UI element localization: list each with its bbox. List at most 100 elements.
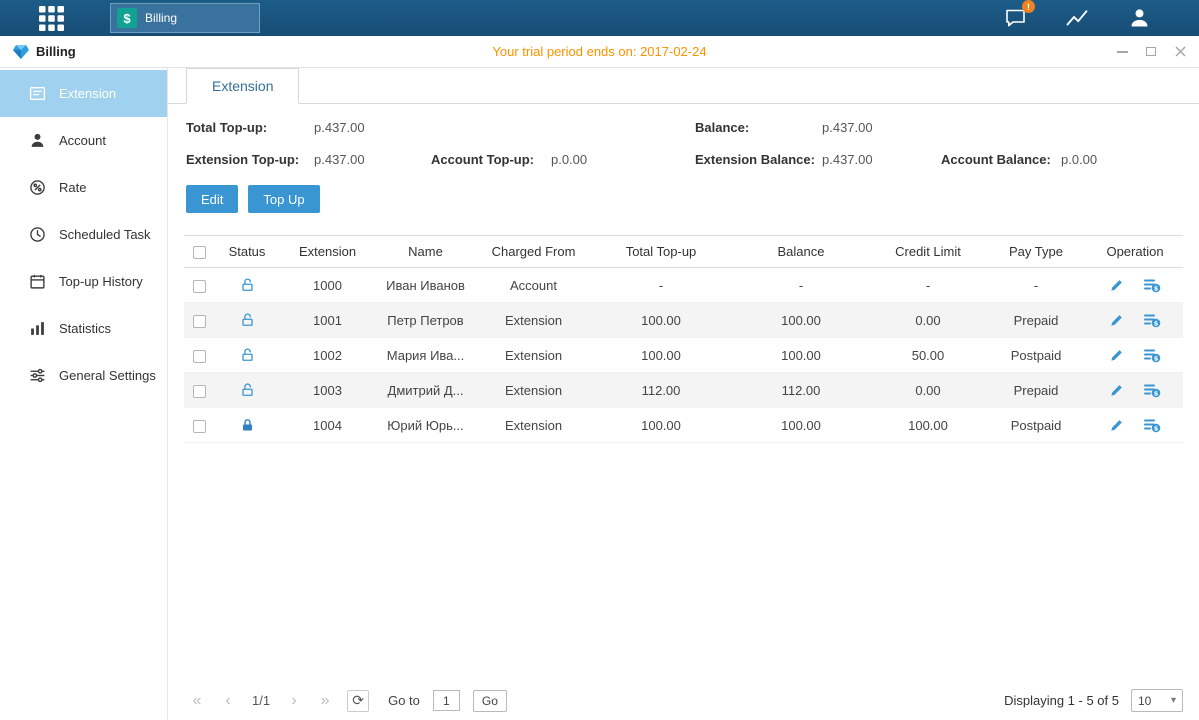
select-all-checkbox[interactable] <box>193 246 206 259</box>
operation-cell: $ <box>1087 268 1183 303</box>
apps-grid-icon[interactable] <box>36 3 66 33</box>
sidebar-item-scheduled-task[interactable]: Scheduled Task <box>0 211 167 258</box>
column-header-operation: Operation <box>1087 236 1183 268</box>
credit-limit-cell: 100.00 <box>871 408 985 443</box>
pagination-controls: « ‹ 1/1 › » ⟳ Go to Go <box>188 690 507 712</box>
messages-icon[interactable]: ! <box>1001 4 1029 32</box>
last-page-icon[interactable]: » <box>316 692 334 710</box>
balance-label: Balance: <box>695 120 822 135</box>
svg-text:$: $ <box>1154 319 1159 327</box>
checkbox-cell <box>184 408 214 443</box>
displaying-text: Displaying 1 - 5 of 5 <box>1004 693 1119 708</box>
extension-cell: 1000 <box>280 268 375 303</box>
sidebar-item-account[interactable]: Account <box>0 117 167 164</box>
app-title: Billing <box>36 44 76 59</box>
prev-page-icon[interactable]: ‹ <box>219 692 237 710</box>
refresh-icon[interactable]: ⟳ <box>347 690 369 712</box>
top-up-money-icon[interactable]: $ <box>1143 312 1161 328</box>
svg-text:$: $ <box>1154 284 1159 292</box>
minimize-icon[interactable] <box>1115 45 1129 59</box>
name-cell: Петр Петров <box>375 303 476 338</box>
operation-cell: $ <box>1087 373 1183 408</box>
sidebar-item-extension[interactable]: Extension <box>0 70 167 117</box>
unlocked-icon[interactable] <box>214 382 280 398</box>
table-row: 1000 Иван Иванов Account - - - - $ <box>184 268 1183 303</box>
pay-type-cell: - <box>985 268 1087 303</box>
summary-row-2: Extension Top-up: p.437.00 Account Top-u… <box>186 152 1183 167</box>
edit-pencil-icon[interactable] <box>1109 313 1124 328</box>
balance-summary: Total Top-up: p.437.00 Balance: p.437.00… <box>186 120 1183 167</box>
pay-type-cell: Prepaid <box>985 303 1087 338</box>
extensions-table: Status Extension Name Charged From Total… <box>184 235 1183 443</box>
edit-pencil-icon[interactable] <box>1109 383 1124 398</box>
svg-text:$: $ <box>1154 389 1159 397</box>
topbar-right-icons: ! <box>1001 4 1153 32</box>
user-account-icon[interactable] <box>1125 4 1153 32</box>
edit-pencil-icon[interactable] <box>1109 418 1124 433</box>
extension-cell: 1004 <box>280 408 375 443</box>
name-cell: Иван Иванов <box>375 268 476 303</box>
balance-cell: - <box>731 268 871 303</box>
sidebar-item-statistics[interactable]: Statistics <box>0 305 167 352</box>
status-cell <box>214 408 280 443</box>
unlocked-icon[interactable] <box>214 277 280 293</box>
top-up-money-icon[interactable]: $ <box>1143 417 1161 433</box>
column-header-charged-from: Charged From <box>476 236 591 268</box>
pay-type-cell: Prepaid <box>985 373 1087 408</box>
sidebar-item-general-settings[interactable]: General Settings <box>0 352 167 399</box>
balance-cell: 100.00 <box>731 408 871 443</box>
row-checkbox[interactable] <box>193 385 206 398</box>
maximize-icon[interactable] <box>1144 45 1158 59</box>
top-up-money-icon[interactable]: $ <box>1143 347 1161 363</box>
credit-limit-cell: - <box>871 268 985 303</box>
table-header-row: Status Extension Name Charged From Total… <box>184 236 1183 268</box>
calendar-icon <box>29 273 46 290</box>
checkbox-cell <box>184 303 214 338</box>
page-size-select[interactable]: 10 ▾ <box>1131 689 1183 712</box>
status-cell <box>214 338 280 373</box>
clock-icon <box>29 226 46 243</box>
billing-logo-icon <box>12 44 30 60</box>
row-checkbox[interactable] <box>193 280 206 293</box>
name-cell: Юрий Юрь... <box>375 408 476 443</box>
bar-chart-icon <box>29 320 46 337</box>
close-icon[interactable] <box>1173 45 1187 59</box>
balance-cell: 112.00 <box>731 373 871 408</box>
sidebar-item-top-up-history[interactable]: Top-up History <box>0 258 167 305</box>
billing-app-tab[interactable]: $ Billing <box>110 3 260 33</box>
summary-row-1: Total Top-up: p.437.00 Balance: p.437.00 <box>186 120 1183 135</box>
table-row: 1003 Дмитрий Д... Extension 112.00 112.0… <box>184 373 1183 408</box>
account-icon <box>29 132 46 149</box>
row-checkbox[interactable] <box>193 350 206 363</box>
row-checkbox[interactable] <box>193 315 206 328</box>
select-all-header <box>184 236 214 268</box>
next-page-icon[interactable]: › <box>285 692 303 710</box>
sliders-icon <box>29 367 46 384</box>
sidebar-item-label: Extension <box>59 86 116 101</box>
go-button[interactable]: Go <box>473 690 507 712</box>
edit-button[interactable]: Edit <box>186 185 238 213</box>
top-up-money-icon[interactable]: $ <box>1143 277 1161 293</box>
top-up-button[interactable]: Top Up <box>248 185 319 213</box>
column-header-credit-limit: Credit Limit <box>871 236 985 268</box>
edit-pencil-icon[interactable] <box>1109 278 1124 293</box>
first-page-icon[interactable]: « <box>188 692 206 710</box>
extension-cell: 1002 <box>280 338 375 373</box>
unlocked-icon[interactable] <box>214 312 280 328</box>
line-chart-icon[interactable] <box>1063 4 1091 32</box>
sidebar-item-label: Top-up History <box>59 274 143 289</box>
locked-icon[interactable] <box>214 417 280 433</box>
pay-type-cell: Postpaid <box>985 408 1087 443</box>
row-checkbox[interactable] <box>193 420 206 433</box>
top-up-money-icon[interactable]: $ <box>1143 382 1161 398</box>
goto-page-input[interactable] <box>433 690 460 711</box>
tab-extension[interactable]: Extension <box>186 68 299 104</box>
table-row: 1001 Петр Петров Extension 100.00 100.00… <box>184 303 1183 338</box>
sidebar-item-rate[interactable]: Rate <box>0 164 167 211</box>
pagination-bar: « ‹ 1/1 › » ⟳ Go to Go Displaying 1 - 5 … <box>188 689 1183 712</box>
rate-icon <box>29 179 46 196</box>
edit-pencil-icon[interactable] <box>1109 348 1124 363</box>
chevron-down-icon: ▾ <box>1171 695 1176 706</box>
main-content: Extension Total Top-up: p.437.00 Balance… <box>168 68 1199 720</box>
unlocked-icon[interactable] <box>214 347 280 363</box>
